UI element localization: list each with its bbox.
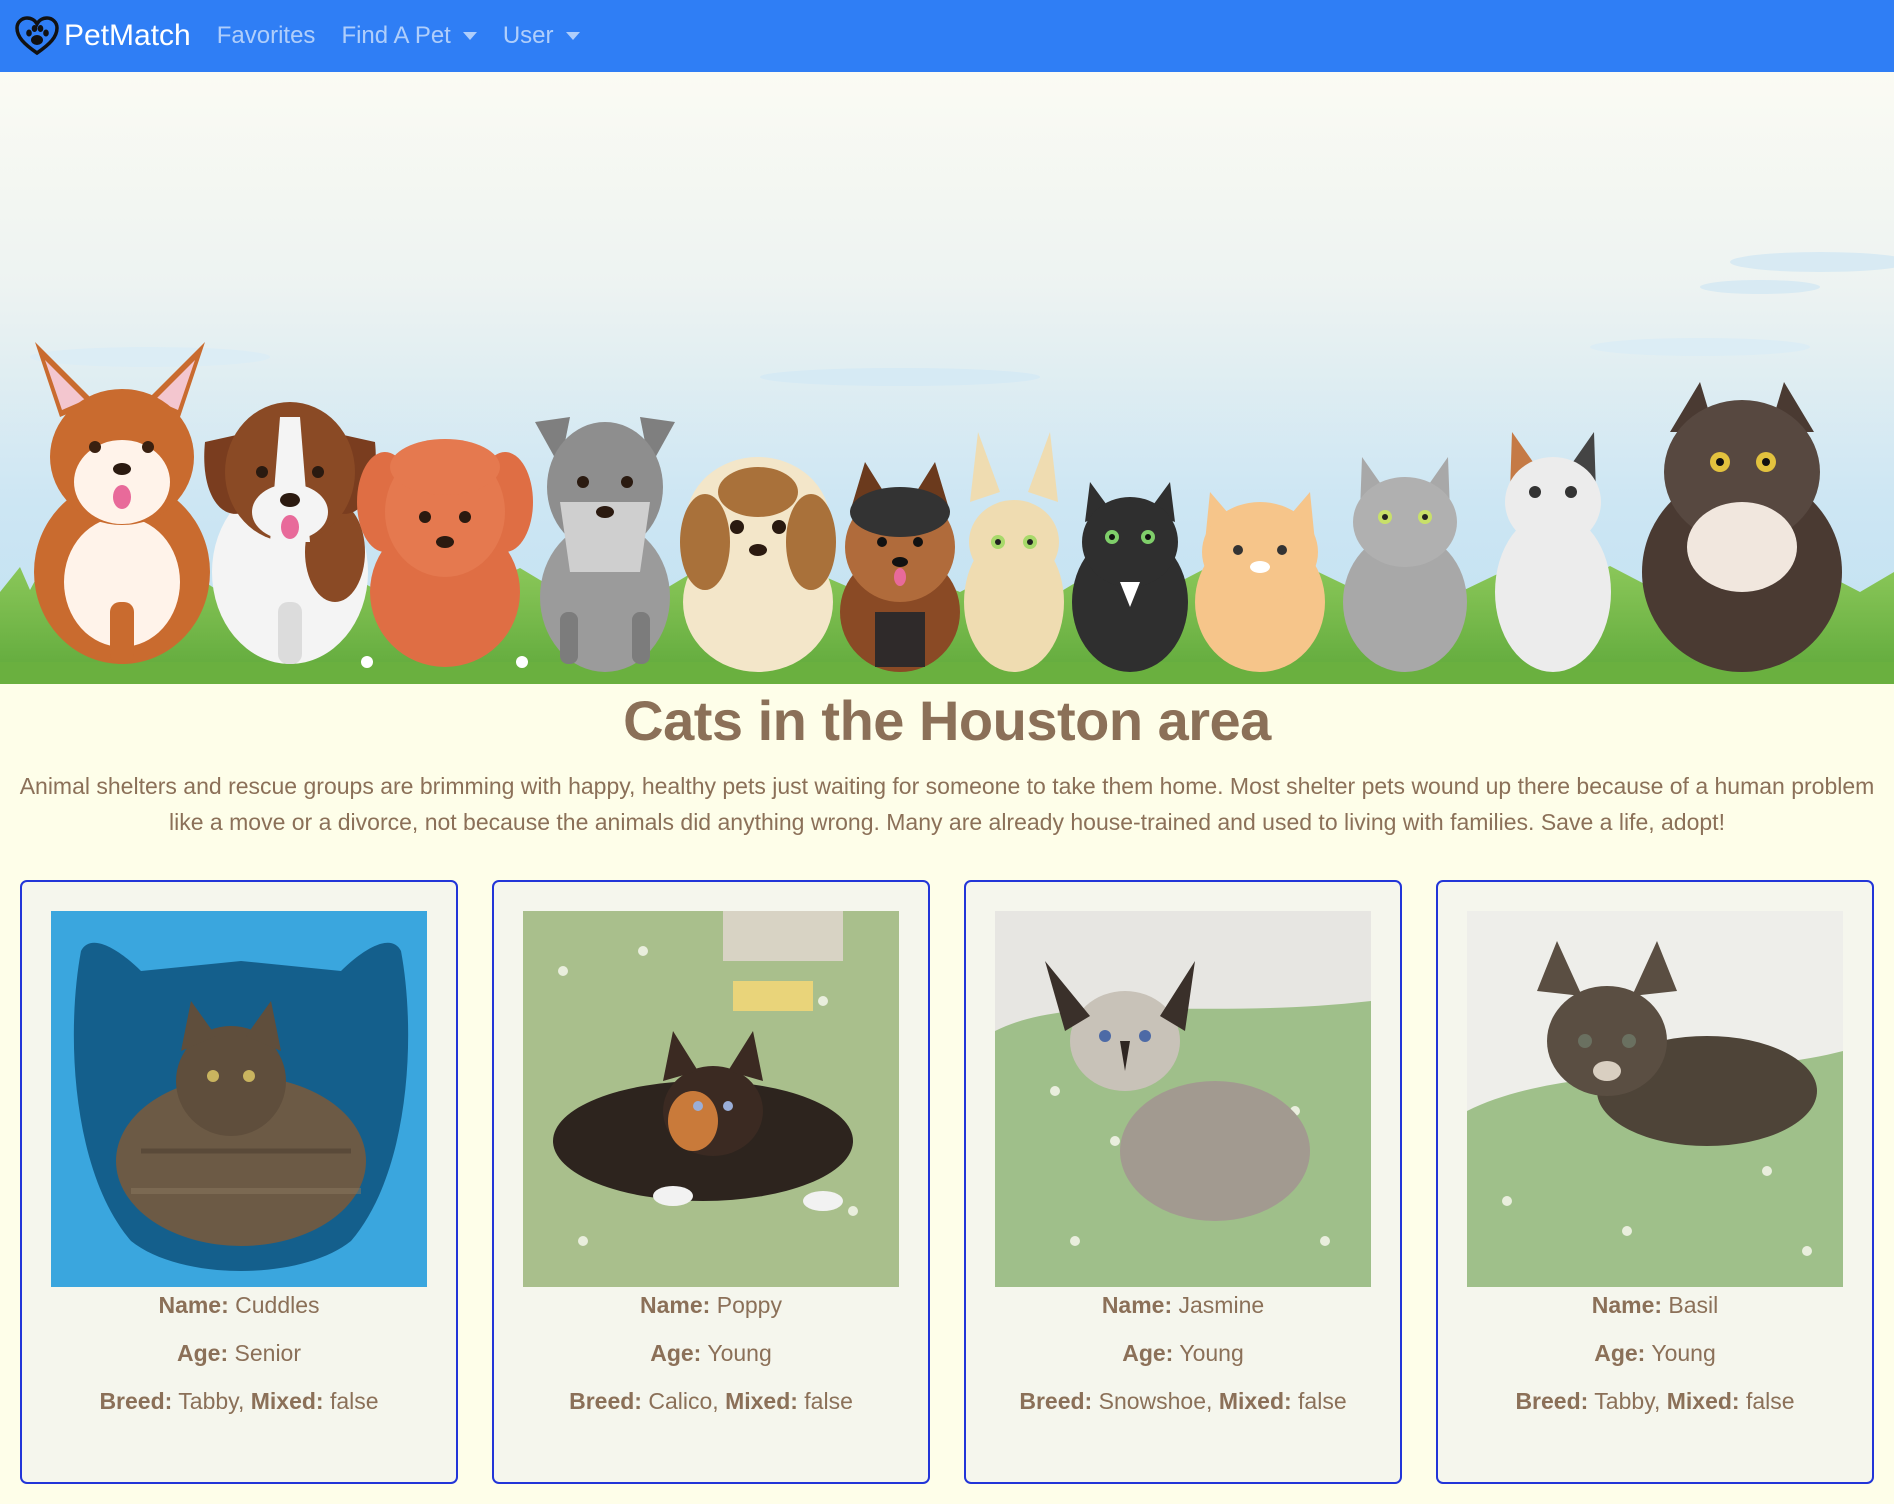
pet-age: Senior: [234, 1340, 301, 1366]
pet-name-line: Name: Basil: [1438, 1292, 1872, 1319]
pet-age-line: Age: Senior: [22, 1340, 456, 1367]
pet-mixed: false: [1745, 1388, 1795, 1414]
pet-mixed: false: [1298, 1388, 1347, 1414]
page-title: Cats in the Houston area: [623, 689, 1271, 752]
name-label: Name:: [1591, 1292, 1663, 1318]
age-label: Age:: [177, 1340, 229, 1366]
breed-label: Breed:: [569, 1388, 642, 1414]
pet-breed-line: Breed: Snowshoe, Mixed: false: [1019, 1388, 1347, 1414]
pet-name-line: Name: Poppy: [494, 1292, 928, 1319]
pet-mixed: false: [329, 1388, 379, 1414]
pet-photo[interactable]: [51, 911, 427, 1287]
pet-photo[interactable]: [523, 911, 899, 1287]
nav-favorites-label: Favorites: [216, 22, 316, 49]
pet-card[interactable]: Name: Jasmine Age: Young Breed: Snowshoe…: [964, 880, 1402, 1484]
pet-name: Basil: [1668, 1292, 1719, 1318]
mixed-label: Mixed:: [1218, 1388, 1292, 1414]
pet-photo[interactable]: [995, 911, 1371, 1287]
pets-illustration: [0, 72, 1894, 684]
pet-breed-line: Breed: Tabby, Mixed: false: [1515, 1388, 1795, 1414]
breed-label: Breed:: [99, 1388, 173, 1414]
pet-name: Cuddles: [235, 1292, 320, 1318]
mixed-label: Mixed:: [250, 1388, 324, 1414]
hero-banner: [0, 72, 1894, 684]
intro-text: Animal shelters and rescue groups are br…: [19, 773, 1875, 835]
name-label: Name:: [158, 1292, 229, 1318]
pet-breed: Tabby: [1594, 1388, 1654, 1414]
pet-breed: Snowshoe: [1098, 1388, 1207, 1414]
brand-name: PetMatch: [64, 19, 191, 52]
pet-age: Young: [707, 1340, 772, 1366]
pet-age-line: Age: Young: [1438, 1340, 1872, 1367]
pet-name: Jasmine: [1178, 1292, 1265, 1318]
pet-card[interactable]: Name: Cuddles Age: Senior Breed: Tabby, …: [20, 880, 458, 1484]
breed-label: Breed:: [1019, 1388, 1093, 1414]
pet-name-line: Name: Jasmine: [966, 1292, 1400, 1319]
pet-breed-line: Breed: Tabby, Mixed: false: [99, 1388, 379, 1414]
brand-link[interactable]: PetMatch: [14, 16, 191, 56]
caret-down-icon: [565, 32, 580, 40]
breed-label: Breed:: [1515, 1388, 1589, 1414]
mixed-label: Mixed:: [725, 1388, 798, 1414]
nav-find-a-pet-dropdown[interactable]: Find A Pet: [341, 22, 477, 50]
pet-age: Young: [1179, 1340, 1244, 1366]
pet-breed: Tabby: [178, 1388, 238, 1414]
pet-age-line: Age: Young: [966, 1340, 1400, 1367]
nav-user-dropdown[interactable]: User: [503, 22, 580, 50]
navbar: PetMatch Favorites Find A Pet User: [0, 0, 1894, 72]
nav-user-label: User: [502, 22, 554, 49]
name-label: Name:: [640, 1292, 711, 1318]
nav-favorites[interactable]: Favorites: [217, 22, 316, 50]
pet-age-line: Age: Young: [494, 1340, 928, 1367]
pet-breed: Calico: [648, 1388, 713, 1414]
pet-name: Poppy: [716, 1292, 782, 1318]
name-label: Name:: [1101, 1292, 1173, 1318]
age-label: Age:: [1122, 1340, 1174, 1366]
age-label: Age:: [650, 1340, 702, 1366]
age-label: Age:: [1594, 1340, 1646, 1366]
pet-breed-line: Breed: Calico, Mixed: false: [569, 1388, 853, 1414]
heart-paw-icon: [15, 16, 59, 56]
pet-card[interactable]: Name: Basil Age: Young Breed: Tabby, Mix…: [1436, 880, 1874, 1484]
pet-name-line: Name: Cuddles: [22, 1292, 456, 1319]
pet-mixed: false: [804, 1388, 853, 1414]
pet-age: Young: [1651, 1340, 1716, 1366]
pet-photo[interactable]: [1467, 911, 1843, 1287]
mixed-label: Mixed:: [1666, 1388, 1740, 1414]
caret-down-icon: [462, 32, 477, 40]
nav-find-a-pet-label: Find A Pet: [341, 22, 451, 49]
pet-card[interactable]: Name: Poppy Age: Young Breed: Calico, Mi…: [492, 880, 930, 1484]
